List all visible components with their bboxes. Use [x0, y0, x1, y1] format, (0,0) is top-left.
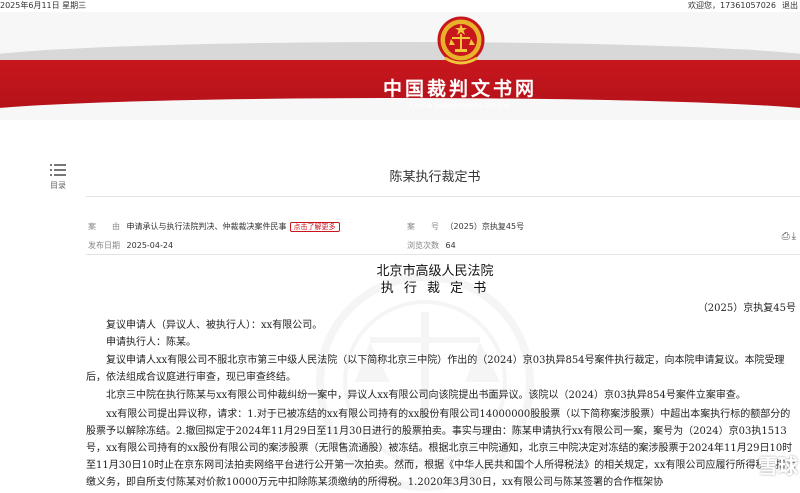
current-date: 2025年6月11日 星期三: [0, 1, 87, 10]
paragraph: 申请执行人：陈某。: [106, 337, 196, 348]
toc-button[interactable]: 目录: [48, 162, 68, 191]
paragraph: 复议申请人（异议人、被执行人）：xx有限公司。: [106, 320, 323, 331]
site-title[interactable]: 中国裁判文书网: [360, 78, 560, 100]
meta-views: 浏览次数 64: [407, 240, 456, 252]
paragraph: xx有限公司提出异议称，请求：1.对于已被冻结的xx有限公司持有的xx股份有限公…: [86, 409, 796, 488]
divider: [86, 196, 800, 197]
more-info-button[interactable]: 点击了解更多: [289, 222, 340, 232]
site-subtitle: China Judgements Online: [409, 101, 511, 110]
cause-value: 申请承认与执行法院判决、仲裁裁决案件民事: [126, 222, 287, 231]
date-value: 2025-04-24: [126, 241, 174, 250]
document-title: 陈某执行裁定书: [389, 170, 481, 185]
download-icon[interactable]: ⤓: [792, 231, 796, 242]
user-area: 欢迎您，17361057026 退出: [682, 0, 798, 12]
views-value: 64: [445, 241, 456, 250]
logout-link[interactable]: 退出: [782, 1, 798, 10]
court-name: 北京市高级人民法院: [376, 264, 494, 279]
top-bar: 2025年6月11日 星期三 欢迎您，17361057026 退出: [0, 0, 800, 12]
meta-cause: 案 由 申请承认与执行法院判决、仲裁裁决案件民事 点击了解更多: [88, 221, 340, 233]
document-type: 执 行 裁 定 书: [380, 281, 490, 296]
views-label: 浏览次数: [407, 241, 439, 250]
meta-caseno: 案 号 （2025）京执复45号: [407, 221, 524, 233]
caseno-value: （2025）京执复45号: [445, 222, 525, 231]
toc-label: 目录: [50, 181, 66, 190]
welcome-text[interactable]: 欢迎您，17361057026: [688, 1, 776, 10]
site-banner: 中国裁判文书网 China Judgements Online: [0, 12, 800, 120]
cause-label: 案 由: [88, 222, 120, 231]
date-label: 发布日期: [88, 241, 120, 250]
court-emblem-icon: [437, 16, 485, 65]
print-icon[interactable]: ⎙: [782, 231, 790, 242]
divider: [86, 254, 800, 255]
paragraph: 北京三中院在执行陈某与xx有限公司仲裁纠纷一案中，异议人xx有限公司向该院提出书…: [106, 390, 746, 401]
meta-date: 发布日期 2025-04-24: [88, 240, 173, 252]
doc-tools: ⎙ ⤓: [780, 231, 796, 242]
case-number: （2025）京执复45号: [697, 303, 796, 314]
paragraph: 复议申请人xx有限公司不服北京市第三中级人民法院（以下简称北京三中院）作出的（2…: [86, 355, 785, 383]
watermark-logo: 雪球: [758, 454, 798, 478]
list-icon: [50, 164, 66, 176]
caseno-label: 案 号: [407, 222, 439, 231]
